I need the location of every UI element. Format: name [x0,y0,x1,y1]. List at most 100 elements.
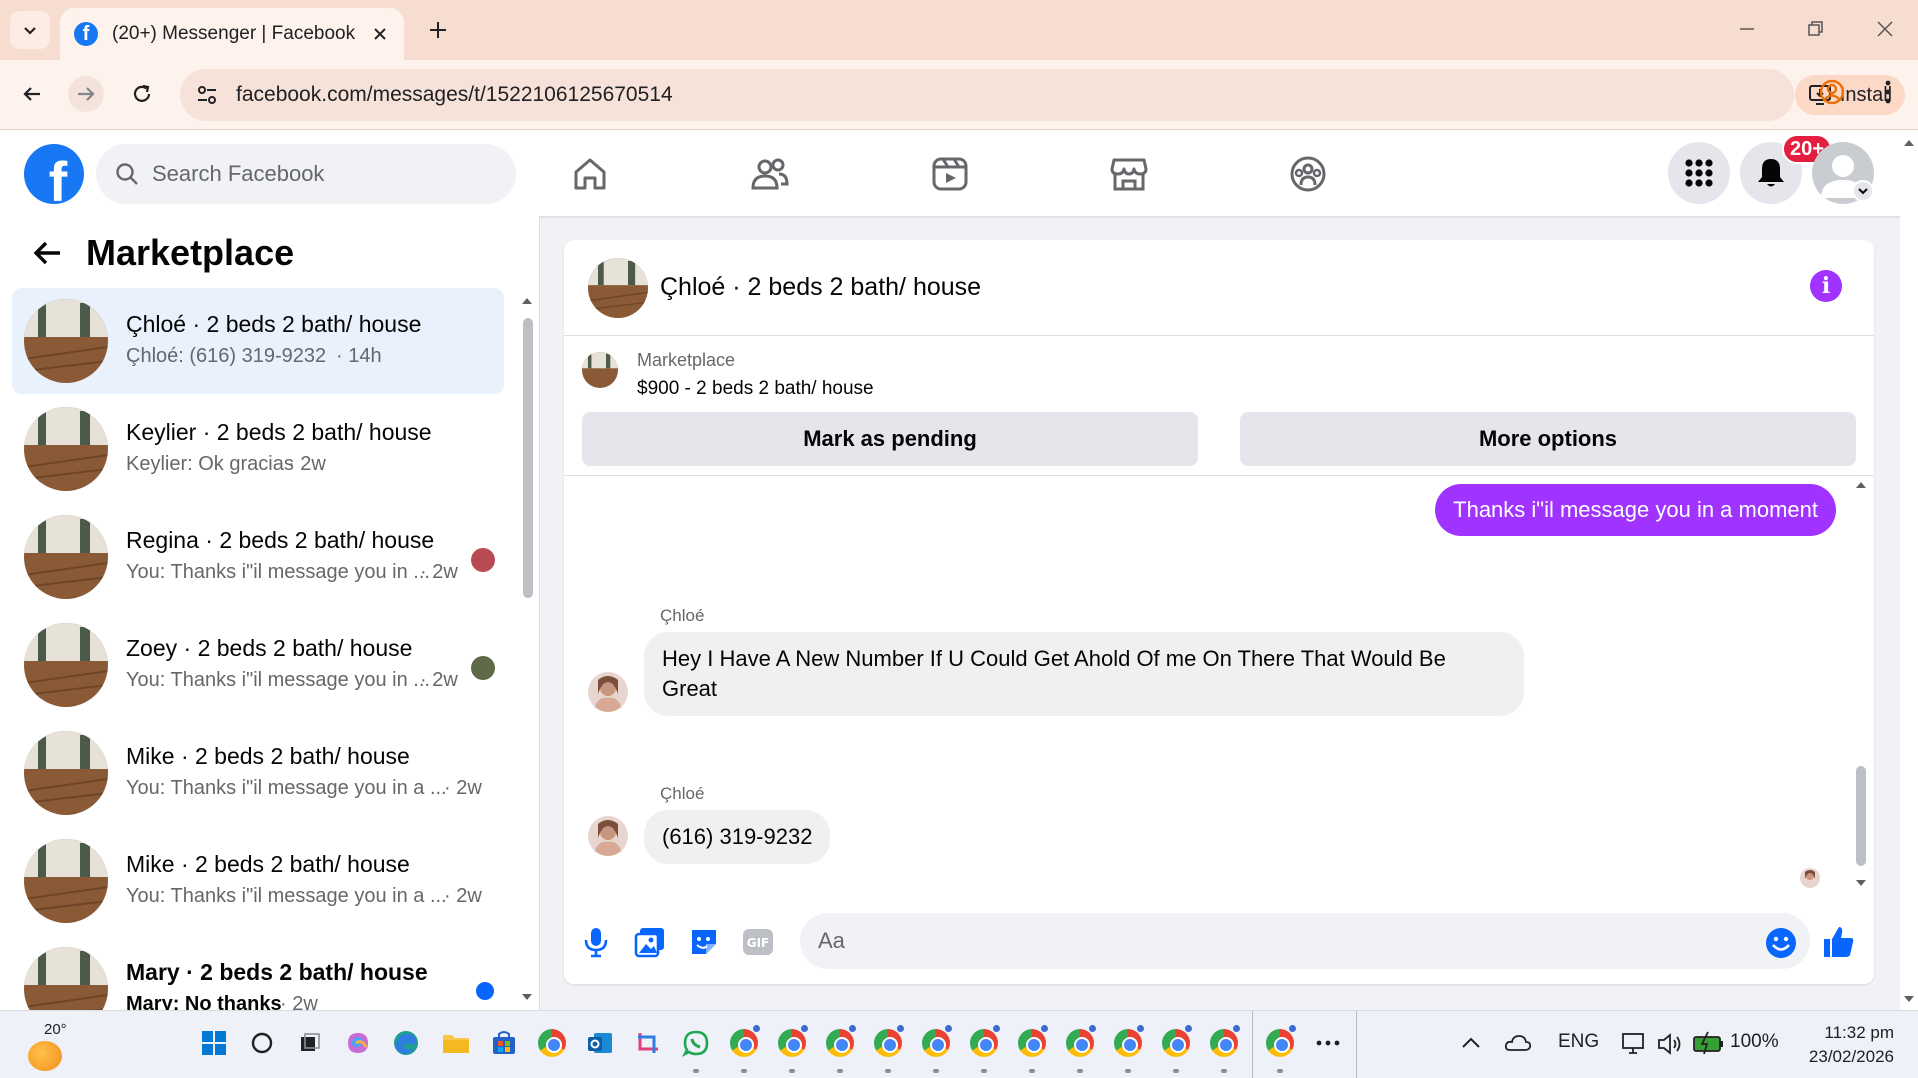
taskbar-search-button[interactable] [246,1027,278,1059]
chrome-window[interactable] [1208,1025,1240,1059]
site-info-icon[interactable] [194,82,220,108]
tab-search-button[interactable] [10,11,50,49]
info-icon[interactable]: i [1810,270,1842,302]
task-view-button[interactable] [294,1027,326,1059]
chrome-window[interactable] [728,1025,760,1059]
chevron-down-icon [1858,188,1868,195]
new-tab-icon[interactable] [424,16,452,44]
incoming-message[interactable]: (616) 319-9232 [644,810,831,864]
facebook-search[interactable] [96,144,516,204]
attach-media-button[interactable] [630,922,670,962]
mark-as-pending-button[interactable]: Mark as pending [582,412,1198,466]
sticker-button[interactable] [684,922,724,962]
chrome-window[interactable] [824,1025,856,1059]
scroll-up-arrow-icon[interactable] [1852,476,1870,494]
outlook-app[interactable] [584,1027,616,1059]
network-icon[interactable] [1620,1031,1648,1057]
chrome-window[interactable] [1016,1025,1048,1059]
copilot-app[interactable] [342,1027,374,1059]
listing-price[interactable]: $900 - 2 beds 2 bath/ house [637,378,874,400]
chrome-window[interactable] [1160,1025,1192,1059]
conversation-item[interactable]: Mike · 2 beds 2 bath/ house You: Thanks … [12,720,504,826]
windows-logo-icon [202,1031,226,1055]
file-explorer-app[interactable] [440,1027,472,1059]
chrome-window[interactable] [1064,1025,1096,1059]
back-arrow-icon[interactable] [30,235,66,271]
account-menu-caret[interactable] [1852,180,1874,202]
conversation-item[interactable]: Keylier · 2 beds 2 bath/ house Keylier: … [12,396,504,502]
chrome-window[interactable] [968,1025,1000,1059]
taskbar-clock[interactable]: 11:32 pm 23/02/2026 [1794,1021,1894,1069]
chrome-window[interactable] [872,1025,904,1059]
thumbs-up-icon[interactable] [1820,924,1856,960]
onedrive-cloud-icon[interactable] [1504,1033,1532,1053]
chat-listing-thumbnail[interactable] [588,258,648,318]
search-input[interactable] [152,161,492,187]
reload-button[interactable] [124,76,160,112]
restore-icon[interactable] [1800,14,1830,44]
battery-charging-icon[interactable] [1692,1031,1726,1055]
browser-profile-icon[interactable] [1816,76,1848,108]
facebook-favicon-icon: f [74,22,98,46]
emoji-icon[interactable] [1764,926,1798,960]
weather-widget[interactable]: 20° [28,1021,68,1071]
conversation-item[interactable]: Mary · 2 beds 2 bath/ house Mary: No tha… [12,936,504,1010]
whatsapp-app[interactable] [680,1027,712,1059]
facebook-logo-icon[interactable]: f [24,144,84,204]
chat-scrollbar[interactable] [1852,476,1870,896]
nav-marketplace[interactable] [1105,150,1153,198]
close-window-icon[interactable] [1870,14,1900,44]
voice-clip-button[interactable] [576,922,616,962]
overflow-button[interactable] [1312,1027,1344,1059]
conversation-item[interactable]: Regina · 2 beds 2 bath/ house You: Thank… [12,504,504,610]
page-scrollbar[interactable] [1900,130,1918,1010]
running-indicator [933,1069,939,1073]
nav-friends[interactable] [746,150,794,198]
sidebar-scroll-thumb[interactable] [523,318,533,598]
chrome-window[interactable] [920,1025,952,1059]
address-bar[interactable]: facebook.com/messages/t/1522106125670514… [180,69,1905,121]
sidebar-scrollbar[interactable] [518,288,536,1008]
chrome-window[interactable] [776,1025,808,1059]
language-indicator[interactable]: ENG [1558,1031,1599,1053]
chrome-window[interactable] [1112,1025,1144,1059]
conversation-time: · 2w [444,885,482,907]
store-app[interactable] [488,1027,520,1059]
nav-video[interactable] [926,150,974,198]
chat-title[interactable]: Çhloé · 2 beds 2 bath/ house [660,273,981,302]
scroll-down-arrow-icon[interactable] [518,988,536,1006]
nav-home[interactable] [566,150,614,198]
scroll-down-arrow-icon[interactable] [1900,990,1918,1008]
conversation-item[interactable]: Mike · 2 beds 2 bath/ house You: Thanks … [12,828,504,934]
conversation-item[interactable]: Zoey · 2 beds 2 bath/ house You: Thanks … [12,612,504,718]
close-tab-icon[interactable] [370,24,390,44]
back-button[interactable] [14,76,50,112]
nav-groups[interactable] [1284,150,1332,198]
chrome-window-active[interactable] [1264,1025,1296,1059]
scroll-down-arrow-icon[interactable] [1852,874,1870,892]
chrome-app[interactable] [536,1027,568,1059]
chat-scroll-thumb[interactable] [1856,766,1866,866]
message-input-wrapper[interactable] [800,913,1810,969]
sender-avatar[interactable] [588,816,628,856]
scroll-up-arrow-icon[interactable] [518,292,536,310]
conversation-item[interactable]: Çhloé · 2 beds 2 bath/ house Çhloé: (616… [12,288,504,394]
forward-button[interactable] [68,76,104,112]
sender-avatar[interactable] [588,672,628,712]
volume-icon[interactable] [1656,1031,1684,1057]
edge-app[interactable] [390,1027,422,1059]
browser-tab[interactable]: f (20+) Messenger | Facebook [60,8,404,60]
more-options-button[interactable]: More options [1240,412,1856,466]
incoming-message[interactable]: Hey I Have A New Number If U Could Get A… [644,632,1524,716]
menu-button[interactable] [1668,142,1730,204]
weather-temperature: 20° [44,1021,67,1038]
outgoing-message[interactable]: Thanks i"il message you in a moment [1435,484,1836,536]
gif-button[interactable]: GIF [738,922,778,962]
start-button[interactable] [198,1027,230,1059]
browser-menu-icon[interactable] [1872,76,1904,108]
snipping-tool-app[interactable] [632,1027,664,1059]
scroll-up-arrow-icon[interactable] [1900,134,1918,152]
message-input[interactable] [818,928,1718,954]
chevron-up-icon[interactable] [1460,1035,1482,1051]
minimize-icon[interactable] [1732,14,1762,44]
